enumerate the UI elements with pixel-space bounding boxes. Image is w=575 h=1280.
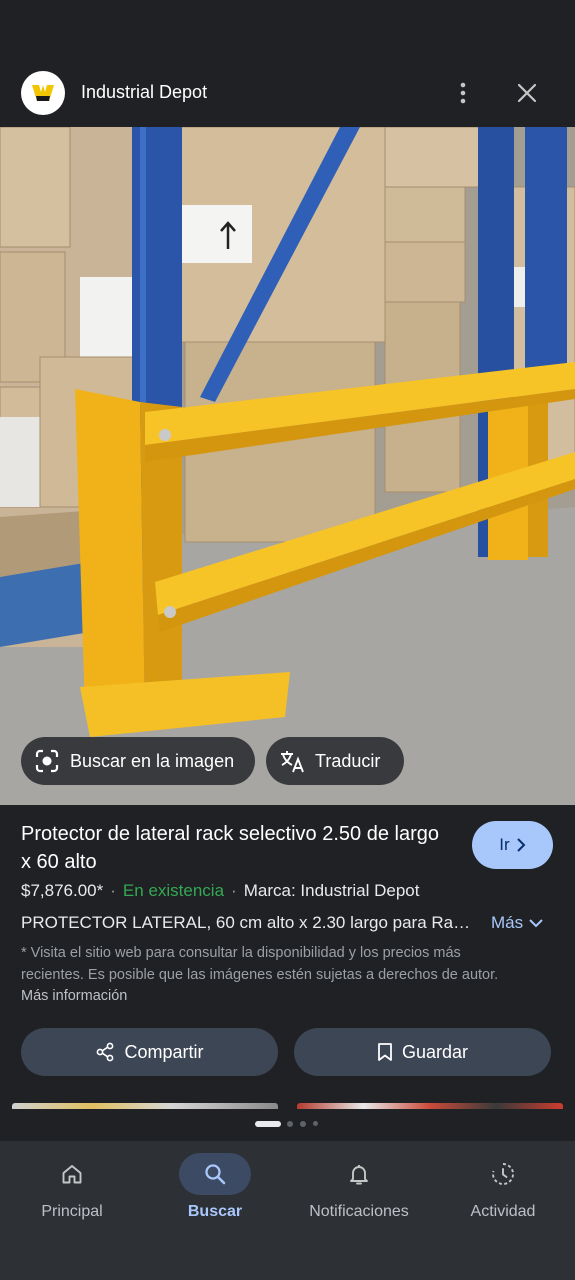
share-button[interactable]: Compartir: [21, 1028, 278, 1076]
chevron-down-icon: [529, 918, 543, 927]
product-title[interactable]: Protector de lateral rack selectivo 2.50…: [21, 820, 451, 876]
translate-icon: [279, 748, 305, 774]
bottom-navigation: Principal Buscar Notificaciones Activida…: [0, 1141, 575, 1280]
home-icon: [36, 1153, 108, 1195]
search-icon: [179, 1153, 251, 1195]
nav-label-search: Buscar: [187, 1203, 243, 1220]
page-dot: [287, 1121, 293, 1127]
translate-button[interactable]: Traducir: [266, 737, 404, 785]
chevron-right-icon: [516, 838, 526, 852]
related-result-thumbnail[interactable]: [12, 1103, 278, 1109]
product-meta: $7,876.00* · En existencia · Marca: Industri…: [21, 881, 420, 900]
nav-label-activity: Actividad: [470, 1203, 536, 1220]
save-button[interactable]: Guardar: [294, 1028, 551, 1076]
nav-label-home: Principal: [41, 1203, 103, 1220]
related-result-thumbnail[interactable]: [297, 1103, 563, 1109]
product-price: $7,876.00*: [21, 881, 104, 900]
stock-status: En existencia: [122, 881, 225, 900]
search-in-image-label: Buscar en la imagen: [70, 750, 235, 771]
activity-icon: [467, 1153, 539, 1195]
product-photo: [0, 127, 575, 805]
share-label: Compartir: [124, 1041, 204, 1062]
close-icon[interactable]: [512, 78, 542, 108]
bell-icon: [323, 1153, 395, 1195]
more-info-link[interactable]: Más información: [21, 988, 127, 1004]
site-logo-icon[interactable]: [21, 71, 65, 115]
availability-notice: * Visita el sitio web para consultar la …: [21, 943, 521, 1008]
bookmark-icon: [378, 1043, 392, 1061]
go-label: Ir: [499, 835, 510, 854]
product-brand: Marca: Industrial Depot: [243, 881, 420, 900]
nav-item-notifications[interactable]: Notificaciones: [287, 1141, 431, 1241]
page-dot-active: [255, 1121, 281, 1127]
page-dot: [300, 1121, 306, 1127]
nav-item-search[interactable]: Buscar: [143, 1141, 287, 1241]
product-description: PROTECTOR LATERAL, 60 cm alto x 2.30 lar…: [21, 913, 471, 932]
nav-item-home[interactable]: Principal: [0, 1141, 144, 1241]
site-name[interactable]: Industrial Depot: [81, 82, 207, 103]
status-bar: [0, 0, 575, 60]
page-dot: [313, 1121, 318, 1126]
notice-text: * Visita el sitio web para consultar la …: [21, 945, 499, 983]
result-header: Industrial Depot: [0, 60, 575, 126]
nav-label-notifications: Notificaciones: [309, 1203, 409, 1220]
page-indicator: [0, 1119, 575, 1129]
nav-item-activity[interactable]: Actividad: [431, 1141, 575, 1241]
share-icon: [97, 1042, 114, 1062]
save-label: Guardar: [401, 1041, 469, 1062]
more-details-label: Más: [491, 913, 524, 932]
more-details-button[interactable]: Más: [491, 913, 543, 933]
google-lens-icon: [34, 748, 60, 774]
product-image[interactable]: Buscar en la imagen Traducir: [0, 127, 575, 805]
more-options-icon[interactable]: [448, 78, 478, 108]
translate-label: Traducir: [315, 750, 381, 771]
go-to-site-button[interactable]: Ir: [472, 821, 553, 869]
search-in-image-button[interactable]: Buscar en la imagen: [21, 737, 255, 785]
